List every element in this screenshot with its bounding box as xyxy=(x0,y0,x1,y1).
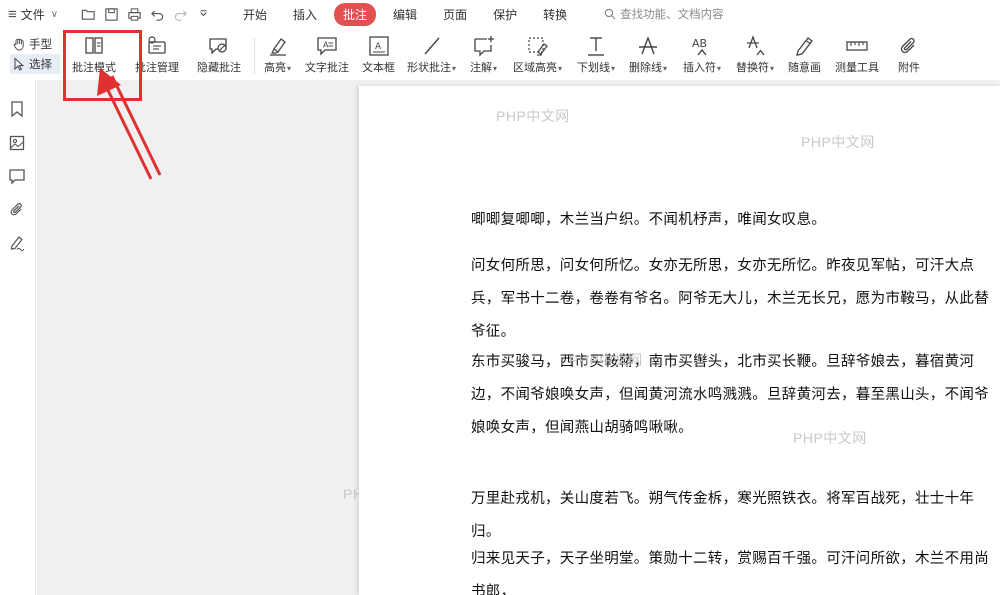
tab-edit[interactable]: 编辑 xyxy=(384,3,426,26)
paragraph-2: 问女何所思，问女何所忆。女亦无所思，女亦无所忆。昨夜见军帖，可汗大点兵，军书十二… xyxy=(471,258,989,340)
shape-annotation-label: 形状批注▾ xyxy=(407,62,457,74)
watermark: PHP中文网 xyxy=(793,430,867,446)
hand-icon xyxy=(13,38,24,51)
undo-icon[interactable] xyxy=(149,6,166,23)
bookmark-icon[interactable] xyxy=(8,100,26,118)
attachment-label: 附件 xyxy=(898,62,920,74)
redo-icon[interactable] xyxy=(172,6,189,23)
highlight-icon xyxy=(266,33,290,59)
annotation-manage-icon xyxy=(145,33,169,59)
textbox-icon: A xyxy=(367,33,391,59)
file-menu-label: 文件 xyxy=(20,7,45,22)
measure-tool-label: 测量工具 xyxy=(835,62,879,74)
search-input[interactable]: 查找功能、文档内容 xyxy=(604,6,724,22)
text-annotation-icon: A xyxy=(315,33,339,59)
chevron-down-icon: ∨ xyxy=(50,8,59,20)
freehand-button[interactable]: 随意画 xyxy=(788,33,821,74)
measure-tool-button[interactable]: 测量工具 xyxy=(835,33,879,74)
ribbon-tabs: 开始 插入 批注 编辑 页面 保护 转换 xyxy=(234,2,584,26)
tab-home[interactable]: 开始 xyxy=(234,3,276,26)
quick-access-toolbar xyxy=(80,6,212,23)
hand-tool-label: 手型 xyxy=(29,39,52,51)
attachment-icon[interactable] xyxy=(8,201,26,219)
watermark: PHP中文网 xyxy=(801,134,875,150)
underline-icon xyxy=(584,33,608,59)
hide-annotation-label: 隐藏批注 xyxy=(197,62,241,74)
replace-caret-label: 替换符▾ xyxy=(736,62,775,74)
area-highlight-label: 区域高亮▾ xyxy=(513,62,563,74)
insert-caret-label: 插入符▾ xyxy=(683,62,722,74)
hand-tool-button[interactable]: 手型 xyxy=(10,34,60,54)
underline-label: 下划线▾ xyxy=(577,62,616,74)
freehand-icon xyxy=(793,33,817,59)
strikethrough-icon xyxy=(636,33,660,59)
replace-caret-button[interactable]: 替换符▾ xyxy=(736,33,774,75)
strikethrough-label: 删除线▾ xyxy=(629,62,668,74)
tab-protect[interactable]: 保护 xyxy=(484,3,526,26)
insert-caret-icon: AB xyxy=(690,33,714,59)
thumbnail-icon[interactable] xyxy=(8,134,26,152)
note-icon xyxy=(472,33,496,59)
tab-annotate[interactable]: 批注 xyxy=(334,2,377,26)
replace-caret-icon xyxy=(743,33,767,59)
cursor-arrow-icon xyxy=(14,57,25,71)
annotate-ribbon: 手型 选择 批注模式 批注管理 隐藏批注 高亮▾ A 文字批注 A 文本框 形状… xyxy=(0,28,1000,80)
svg-text:A: A xyxy=(323,41,329,50)
select-tool-button[interactable]: 选择 xyxy=(10,54,60,74)
note-button[interactable]: 注解▾ xyxy=(470,33,497,75)
area-highlight-icon xyxy=(526,33,550,59)
hand-select-group: 手型 选择 xyxy=(10,34,60,74)
paragraph-3: 东市买骏马，西市买鞍鞯，南市买辔头，北市买长鞭。旦辞爷娘去，暮宿黄河边，不闻爷娘… xyxy=(471,354,989,436)
tab-page[interactable]: 页面 xyxy=(434,3,476,26)
shape-annotation-icon xyxy=(420,33,444,59)
menu-bar: ≡ 文件 ∨ 开始 插入 批注 编辑 页面 保护 转换 查找功能、文档内容 xyxy=(0,0,1000,28)
watermark: PHP中文网 xyxy=(569,352,643,368)
hamburger-icon: ≡ xyxy=(8,5,17,23)
text-annotation-label: 文字批注 xyxy=(305,62,349,74)
text-annotation-button[interactable]: A 文字批注 xyxy=(305,33,349,74)
ribbon-divider xyxy=(254,38,255,74)
tab-insert[interactable]: 插入 xyxy=(284,3,326,26)
hide-annotation-icon xyxy=(207,33,231,59)
highlight-label: 高亮▾ xyxy=(264,62,292,74)
comment-icon[interactable] xyxy=(8,167,26,185)
insert-caret-button[interactable]: AB 插入符▾ xyxy=(683,33,721,75)
textbox-button[interactable]: A 文本框 xyxy=(362,33,395,74)
underline-button[interactable]: 下划线▾ xyxy=(577,33,615,75)
note-label: 注解▾ xyxy=(470,62,498,74)
svg-text:A: A xyxy=(375,42,382,52)
highlight-box-annotation xyxy=(63,30,142,101)
save-icon[interactable] xyxy=(103,6,120,23)
freehand-label: 随意画 xyxy=(788,62,821,74)
customize-toolbar-icon[interactable] xyxy=(195,6,212,23)
select-tool-label: 选择 xyxy=(29,59,52,71)
attachment-button[interactable]: 附件 xyxy=(897,33,921,74)
tab-convert[interactable]: 转换 xyxy=(534,3,576,26)
print-icon[interactable] xyxy=(126,6,143,23)
search-icon xyxy=(604,8,616,20)
svg-text:AB: AB xyxy=(692,37,707,50)
paperclip-icon xyxy=(897,33,921,59)
file-menu[interactable]: ≡ 文件 ∨ xyxy=(0,6,76,23)
watermark: PHP中文网 xyxy=(496,108,570,124)
textbox-label: 文本框 xyxy=(362,62,395,74)
left-sidebar xyxy=(0,80,36,595)
signature-icon[interactable] xyxy=(8,234,26,252)
paragraph-4: 万里赴戎机，关山度若飞。朔气传金柝，寒光照铁衣。将军百战死，壮士十年归。 xyxy=(471,491,975,540)
hide-annotation-button[interactable]: 隐藏批注 xyxy=(197,33,241,74)
highlight-button[interactable]: 高亮▾ xyxy=(264,33,291,75)
document-page[interactable]: 唧唧复唧唧，木兰当户织。不闻机杼声，唯闻女叹息。 问女何所思，问女何所忆。女亦无… xyxy=(359,86,1000,595)
shape-annotation-button[interactable]: 形状批注▾ xyxy=(407,33,456,75)
paragraph-5: 归来见天子，天子坐明堂。策勋十二转，赏赐百千强。可汗问所欲，木兰不用尚书郎， xyxy=(471,551,989,595)
area-highlight-button[interactable]: 区域高亮▾ xyxy=(513,33,562,75)
ruler-icon xyxy=(845,33,869,59)
paragraph-1: 唧唧复唧唧，木兰当户织。不闻机杼声，唯闻女叹息。 xyxy=(471,212,827,228)
strikethrough-button[interactable]: 删除线▾ xyxy=(629,33,667,75)
open-folder-icon[interactable] xyxy=(80,6,97,23)
search-placeholder: 查找功能、文档内容 xyxy=(620,9,724,21)
